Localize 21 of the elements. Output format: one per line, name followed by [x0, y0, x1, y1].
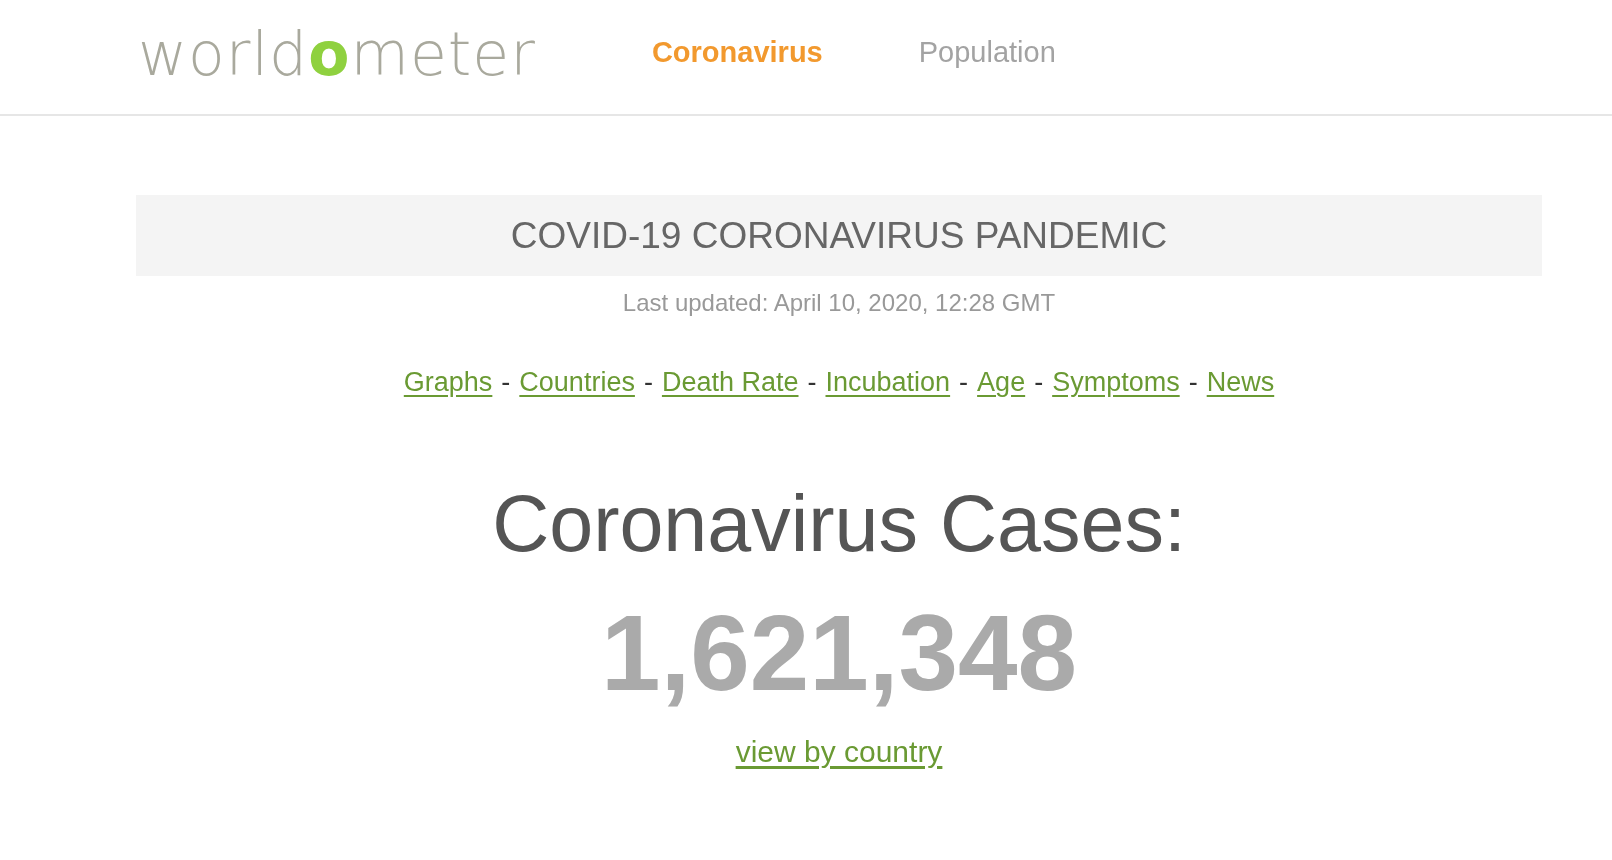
- link-separator: -: [807, 366, 817, 398]
- section-link[interactable]: Graphs: [403, 366, 493, 398]
- nav-link[interactable]: Coronavirus: [651, 35, 823, 69]
- worldometer-logo[interactable]: worldometer: [138, 21, 536, 87]
- section-link[interactable]: Symptoms: [1052, 366, 1180, 398]
- section-link[interactable]: News: [1206, 366, 1275, 398]
- link-separator: -: [959, 366, 969, 398]
- cases-count: 1,621,348: [601, 593, 1077, 713]
- view-by-country-link[interactable]: view by country: [735, 735, 943, 769]
- link-separator: -: [1034, 366, 1044, 398]
- link-separator: -: [643, 366, 653, 398]
- section-link[interactable]: Countries: [519, 366, 635, 398]
- nav-link[interactable]: Population: [918, 35, 1056, 69]
- section-link[interactable]: Death Rate: [661, 366, 799, 398]
- cases-heading: Coronavirus Cases:: [492, 479, 1186, 569]
- link-separator: -: [501, 366, 511, 398]
- section-link[interactable]: Incubation: [825, 366, 951, 398]
- last-updated-text: Last updated: April 10, 2020, 12:28 GMT: [622, 288, 1056, 318]
- link-separator: -: [1188, 366, 1198, 398]
- section-link[interactable]: Age: [977, 366, 1026, 398]
- page-title: COVID-19 CORONAVIRUS PANDEMIC: [510, 213, 1168, 258]
